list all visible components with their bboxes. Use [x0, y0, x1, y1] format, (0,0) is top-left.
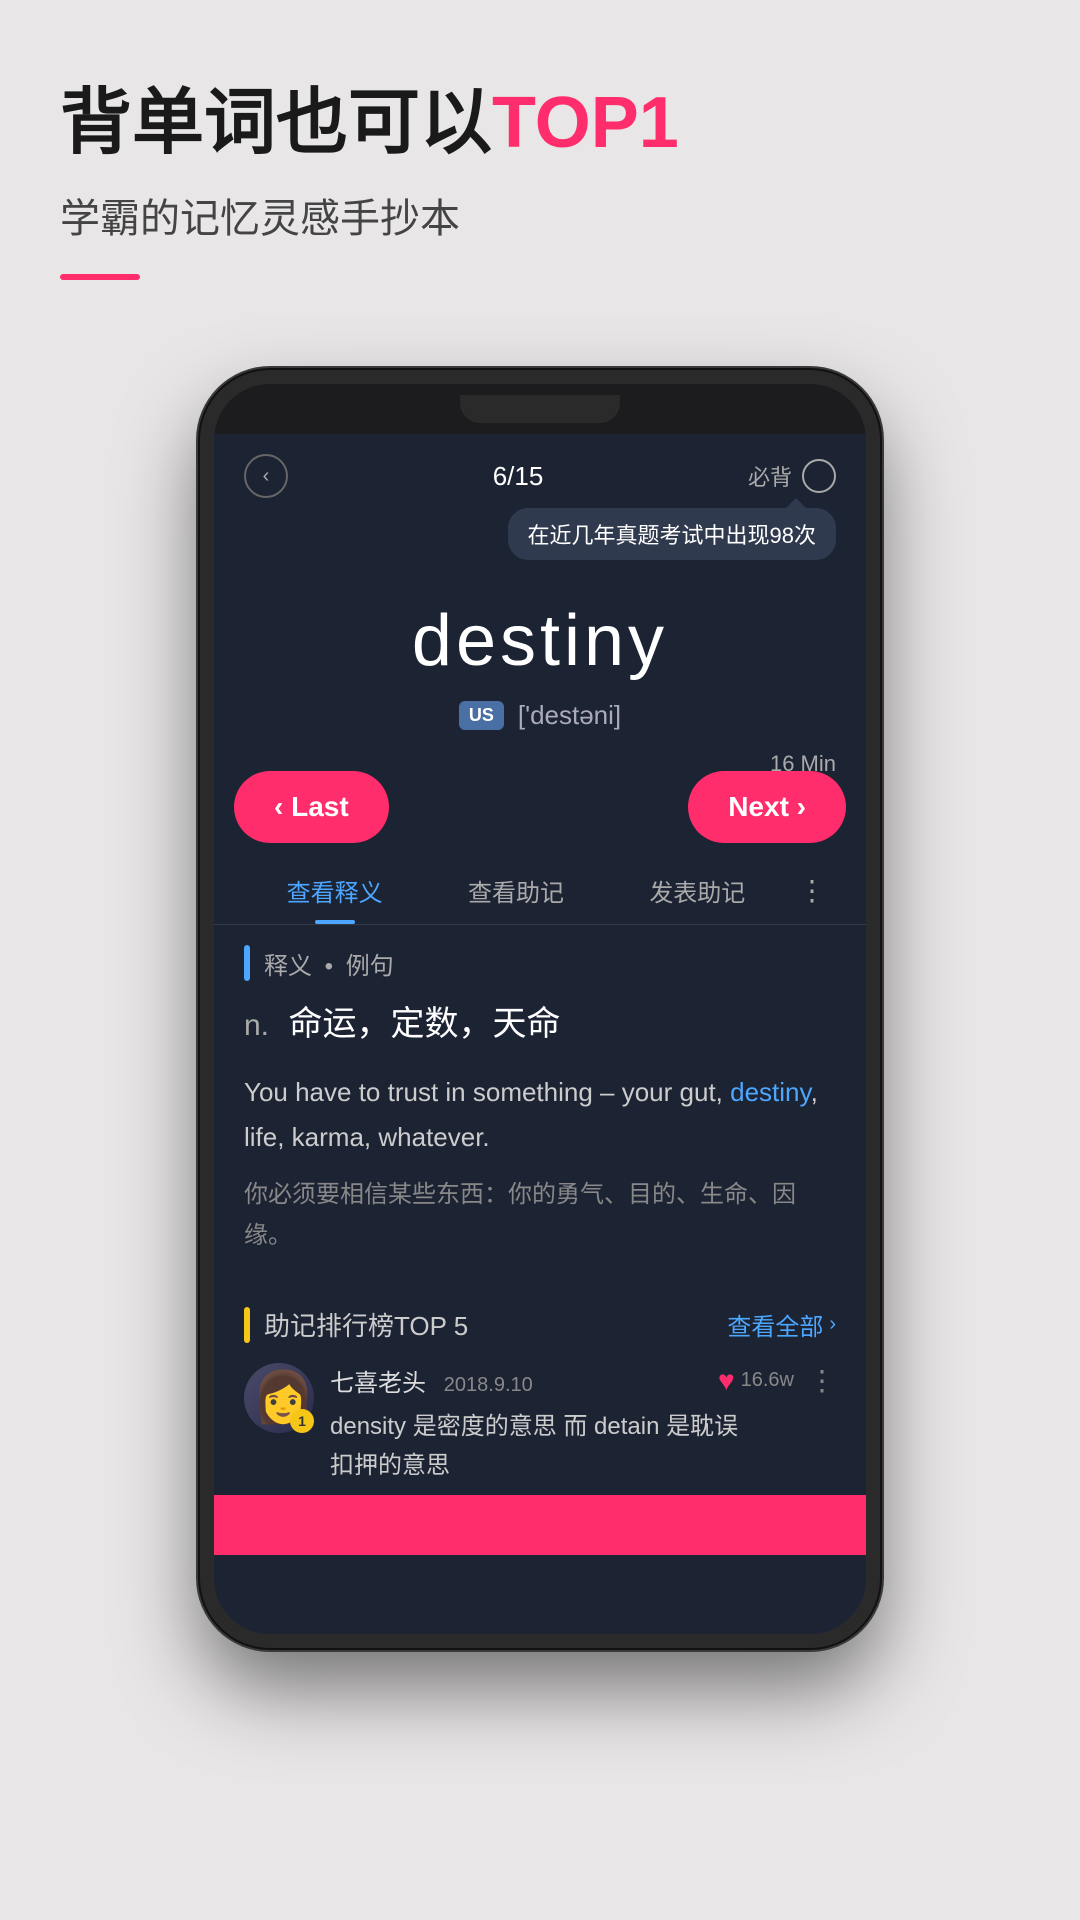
user-content: density 是密度的意思 而 detain 是耽误扣押的意思 [330, 1408, 836, 1485]
progress-indicator: 6/15 [493, 461, 544, 492]
user-name-row: 七喜老头 2018.9.10 ♥ 16.6w ⋮ [330, 1363, 836, 1398]
exam-tooltip: 在近几年真题考试中出现98次 [508, 508, 836, 560]
must-circle-icon[interactable] [802, 459, 836, 493]
user-info: 七喜老头 2018.9.10 ♥ 16.6w ⋮ [330, 1363, 836, 1485]
example-chinese: 你必须要相信某些东西：你的勇气、目的、生命、因缘。 [244, 1175, 836, 1257]
title-highlight: TOP1 [492, 83, 679, 163]
next-button[interactable]: Next › [688, 771, 846, 843]
like-count: 16.6w [741, 1369, 794, 1392]
word-display: destiny [244, 600, 836, 682]
word-navigation: ‹ Last 16 Min Next › [214, 751, 866, 853]
volume-down-button [200, 714, 204, 794]
part-of-speech: n. [244, 1009, 269, 1042]
view-all-button[interactable]: 查看全部 › [727, 1307, 836, 1342]
nav-bar: ‹ 6/15 必背 [214, 434, 866, 508]
bottom-pink-bar [214, 1495, 866, 1555]
user-card: 1 七喜老头 2018.9.10 ♥ [244, 1363, 836, 1505]
yellow-bar-icon [244, 1307, 250, 1343]
example-prefix: You have to trust in something – your gu… [244, 1077, 730, 1107]
view-all-arrow-icon: › [829, 1313, 836, 1336]
example-english: You have to trust in something – your gu… [244, 1070, 836, 1158]
phonetic-section: US ['destəni] [244, 700, 836, 731]
tab-more-button[interactable]: ⋮ [788, 874, 836, 923]
phone-wrapper: ‹ 6/15 必背 在近几年真题考试中出现98次 destiny US ['de… [0, 370, 1080, 1648]
tab-definition[interactable]: 查看释义 [244, 873, 425, 924]
mnemonic-title: 助记排行榜TOP 5 [264, 1306, 468, 1343]
notch-inner [460, 395, 620, 423]
main-title: 背单词也可以TOP1 [60, 80, 1020, 166]
last-button[interactable]: ‹ Last [234, 771, 389, 843]
power-button [876, 584, 880, 664]
title-text-part1: 背单词也可以 [60, 83, 492, 163]
tab-mnemonic-view[interactable]: 查看助记 [425, 873, 606, 924]
more-options-button[interactable]: ⋮ [808, 1364, 836, 1397]
phone-notch [214, 384, 866, 434]
must-label: 必背 [748, 460, 792, 492]
silent-button [200, 544, 204, 594]
meaning-text: 命运，定数，天命 [288, 1005, 560, 1043]
tooltip-container: 在近几年真题考试中出现98次 [214, 508, 866, 570]
definition-text: n. 命运，定数，天命 [244, 999, 836, 1050]
user-date: 2018.9.10 [444, 1374, 533, 1396]
phonetic-text: ['destəni] [518, 700, 621, 731]
must-memorize: 必背 [748, 459, 836, 493]
phone-frame: ‹ 6/15 必背 在近几年真题考试中出现98次 destiny US ['de… [200, 370, 880, 1648]
user-name: 七喜老头 [330, 1370, 426, 1397]
definition-section: 释义 • 例句 n. 命运，定数，天命 You have to trust in… [214, 925, 866, 1296]
avatar-wrapper: 1 [244, 1363, 314, 1433]
section-title: 释义 • 例句 [264, 946, 394, 981]
rank-badge: 1 [290, 1409, 314, 1433]
word-section: destiny US ['destəni] [214, 570, 866, 751]
tab-bar: 查看释义 查看助记 发表助记 ⋮ [214, 853, 866, 925]
user-meta: 七喜老头 2018.9.10 [330, 1363, 533, 1398]
timer-label: 16 Min [770, 751, 836, 777]
section-label: 释义 • 例句 [244, 945, 836, 981]
section-bar-icon [244, 945, 250, 981]
mnemonic-section: 助记排行榜TOP 5 查看全部 › 1 [214, 1296, 866, 1505]
top-banner: 背单词也可以TOP1 学霸的记忆灵感手抄本 [0, 0, 1080, 370]
back-button[interactable]: ‹ [244, 454, 288, 498]
like-button[interactable]: ♥ 16.6w [718, 1365, 794, 1397]
title-divider [60, 274, 140, 280]
volume-up-button [200, 614, 204, 694]
mnemonic-header: 助记排行榜TOP 5 查看全部 › [244, 1306, 836, 1343]
example-keyword: destiny [730, 1077, 810, 1107]
view-all-label: 查看全部 [727, 1307, 823, 1342]
heart-icon: ♥ [718, 1365, 735, 1397]
tab-mnemonic-post[interactable]: 发表助记 [607, 873, 788, 924]
phone-screen: ‹ 6/15 必背 在近几年真题考试中出现98次 destiny US ['de… [214, 434, 866, 1634]
user-actions: ♥ 16.6w ⋮ [718, 1364, 836, 1397]
us-badge: US [459, 701, 504, 730]
mnemonic-title-row: 助记排行榜TOP 5 [244, 1306, 468, 1343]
back-icon: ‹ [263, 465, 270, 488]
subtitle: 学霸的记忆灵感手抄本 [60, 186, 1020, 244]
